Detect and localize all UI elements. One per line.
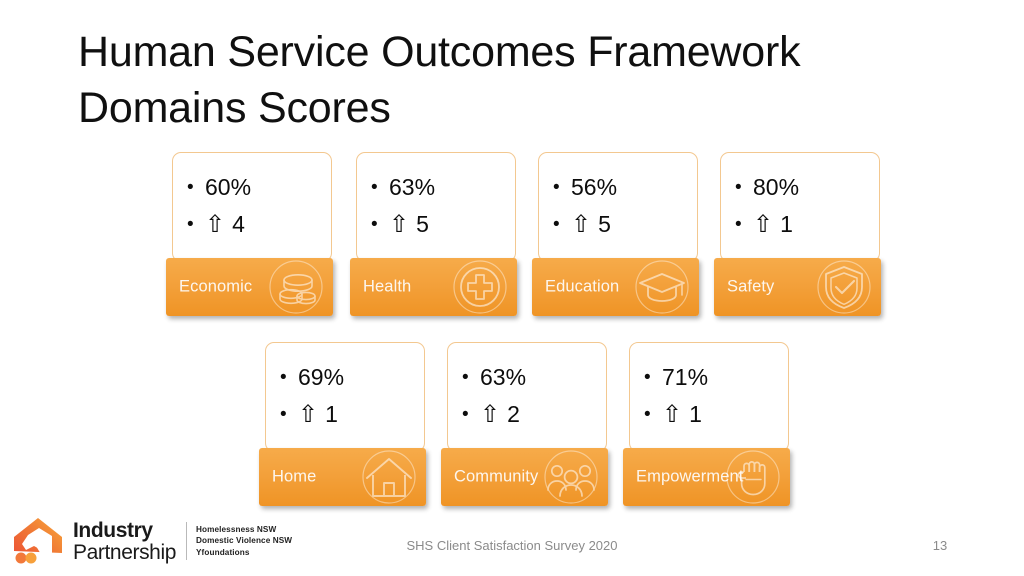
bullet-percent-row: • 60%	[187, 169, 325, 206]
percent-value: 63%	[389, 174, 436, 200]
card-label: Economic	[179, 277, 253, 296]
rank-value: 2	[507, 401, 520, 427]
card-banner[interactable]: Health	[350, 258, 517, 316]
partner-item: Homelessness NSW	[196, 524, 277, 534]
card-bullets: • 69% • ⇧ 1	[280, 359, 418, 433]
percent-value: 71%	[662, 364, 709, 390]
card-bullets: • 63% • ⇧ 2	[462, 359, 600, 433]
card-label: Home	[272, 467, 317, 486]
card-label: Empowerment	[636, 467, 744, 486]
rank-value: 1	[780, 211, 793, 237]
bullet-percent-row: • 71%	[644, 359, 782, 396]
percent-value: 63%	[480, 364, 527, 390]
arrow-up-icon: ⇧	[480, 400, 501, 428]
bullet-dot-icon: •	[371, 214, 378, 235]
bullet-dot-icon: •	[735, 214, 742, 235]
card-body: • 63% • ⇧ 5	[356, 152, 516, 262]
card-bullets: • 56% • ⇧ 5	[553, 169, 691, 243]
rank-value: 5	[416, 211, 429, 237]
bullet-dot-icon: •	[371, 177, 378, 198]
bullet-rank-row: • ⇧ 4	[187, 206, 325, 243]
bullet-percent-row: • 63%	[462, 359, 600, 396]
footer-survey-title: SHS Client Satisfaction Survey 2020	[406, 538, 618, 553]
house-icon	[358, 448, 420, 506]
arrow-up-icon: ⇧	[298, 400, 319, 428]
bullet-rank-row: • ⇧ 5	[371, 206, 509, 243]
arrow-up-icon: ⇧	[753, 210, 774, 238]
card-body: • 56% • ⇧ 5	[538, 152, 698, 262]
rank-value: 5	[598, 211, 611, 237]
bullet-dot-icon: •	[553, 177, 560, 198]
card-banner[interactable]: Safety	[714, 258, 881, 316]
bullet-percent-row: • 56%	[553, 169, 691, 206]
card-label: Safety	[727, 277, 775, 296]
card-label: Education	[545, 277, 620, 296]
bullet-rank-row: • ⇧ 5	[553, 206, 691, 243]
arrow-up-icon: ⇧	[389, 210, 410, 238]
rank-value: 1	[325, 401, 338, 427]
percent-value: 80%	[753, 174, 800, 200]
medical-cross-icon	[449, 258, 511, 316]
bullet-dot-icon: •	[644, 404, 651, 425]
card-label: Health	[363, 277, 412, 296]
card-label: Community	[454, 467, 539, 486]
bullet-dot-icon: •	[644, 367, 651, 388]
people-group-icon	[540, 448, 602, 506]
bullet-rank-row: • ⇧ 1	[280, 396, 418, 433]
graduation-cap-icon	[631, 258, 693, 316]
bullet-percent-row: • 63%	[371, 169, 509, 206]
percent-value: 56%	[571, 174, 618, 200]
coins-icon	[265, 258, 327, 316]
card-bullets: • 80% • ⇧ 1	[735, 169, 873, 243]
card-banner[interactable]: Economic	[166, 258, 333, 316]
card-body: • 80% • ⇧ 1	[720, 152, 880, 262]
bullet-percent-row: • 69%	[280, 359, 418, 396]
card-banner[interactable]: Empowerment	[623, 448, 790, 506]
bullet-dot-icon: •	[462, 367, 469, 388]
page-title: Human Service Outcomes Framework Domains…	[78, 28, 801, 132]
arrow-up-icon: ⇧	[662, 400, 683, 428]
arrow-up-icon: ⇧	[571, 210, 592, 238]
card-bullets: • 71% • ⇧ 1	[644, 359, 782, 433]
page-number: 13	[932, 538, 948, 553]
bullet-percent-row: • 80%	[735, 169, 873, 206]
arrow-up-icon: ⇧	[205, 210, 226, 238]
bullet-dot-icon: •	[462, 404, 469, 425]
rank-value: 4	[232, 211, 245, 237]
bullet-dot-icon: •	[187, 214, 194, 235]
card-body: • 60% • ⇧ 4	[172, 152, 332, 262]
card-banner[interactable]: Education	[532, 258, 699, 316]
card-body: • 69% • ⇧ 1	[265, 342, 425, 452]
bullet-dot-icon: •	[280, 404, 287, 425]
bullet-rank-row: • ⇧ 2	[462, 396, 600, 433]
bullet-rank-row: • ⇧ 1	[735, 206, 873, 243]
bullet-dot-icon: •	[735, 177, 742, 198]
card-body: • 63% • ⇧ 2	[447, 342, 607, 452]
card-bullets: • 63% • ⇧ 5	[371, 169, 509, 243]
card-body: • 71% • ⇧ 1	[629, 342, 789, 452]
card-banner[interactable]: Community	[441, 448, 608, 506]
bullet-dot-icon: •	[187, 177, 194, 198]
bullet-rank-row: • ⇧ 1	[644, 396, 782, 433]
card-banner[interactable]: Home	[259, 448, 426, 506]
percent-value: 69%	[298, 364, 345, 390]
card-bullets: • 60% • ⇧ 4	[187, 169, 325, 243]
bullet-dot-icon: •	[280, 367, 287, 388]
rank-value: 1	[689, 401, 702, 427]
bullet-dot-icon: •	[553, 214, 560, 235]
shield-check-icon	[813, 258, 875, 316]
percent-value: 60%	[205, 174, 252, 200]
